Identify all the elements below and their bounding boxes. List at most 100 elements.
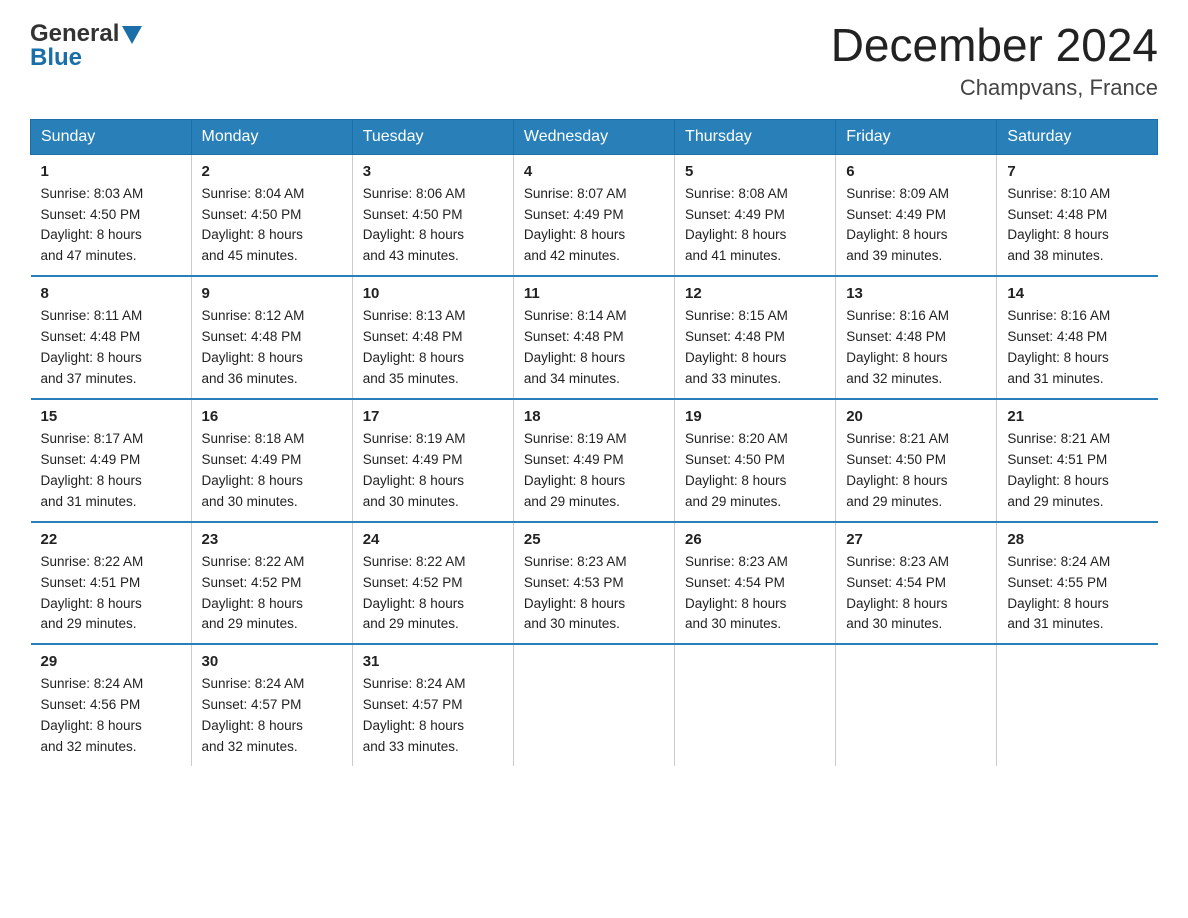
day-number: 15: [41, 408, 181, 425]
day-info: Sunrise: 8:19 AM Sunset: 4:49 PM Dayligh…: [363, 429, 503, 513]
day-number: 14: [1007, 285, 1147, 302]
day-info: Sunrise: 8:11 AM Sunset: 4:48 PM Dayligh…: [41, 306, 181, 390]
col-tuesday: Tuesday: [352, 119, 513, 154]
day-cell: 16Sunrise: 8:18 AM Sunset: 4:49 PM Dayli…: [191, 399, 352, 522]
day-cell: 20 Sunrise: 8:21 AM Sunset: 4:50 PM Dayli…: [836, 399, 997, 522]
day-number: 8: [41, 285, 181, 302]
day-info: Sunrise: 8:14 AM Sunset: 4:48 PM Dayligh…: [524, 306, 664, 390]
day-number: 11: [524, 285, 664, 302]
day-cell: 4Sunrise: 8:07 AM Sunset: 4:49 PM Daylig…: [513, 154, 674, 276]
day-number: 9: [202, 285, 342, 302]
day-number: 24: [363, 531, 503, 548]
day-number: 23: [202, 531, 342, 548]
day-info: Sunrise: 8:22 AM Sunset: 4:52 PM Dayligh…: [202, 552, 342, 636]
day-cell: 1 Sunrise: 8:03 AM Sunset: 4:50 PM Daylig…: [31, 154, 192, 276]
day-cell: 13Sunrise: 8:16 AM Sunset: 4:48 PM Dayli…: [836, 276, 997, 399]
day-cell: 28Sunrise: 8:24 AM Sunset: 4:55 PM Dayli…: [997, 522, 1158, 645]
col-thursday: Thursday: [675, 119, 836, 154]
day-cell: 30 Sunrise: 8:24 AM Sunset: 4:57 PM Dayli…: [191, 644, 352, 766]
day-cell: [997, 644, 1158, 766]
day-cell: 27 Sunrise: 8:23 AM Sunset: 4:54 PM Dayli…: [836, 522, 997, 645]
day-number: 1: [41, 163, 181, 180]
day-info: Sunrise: 8:12 AM Sunset: 4:48 PM Dayligh…: [202, 306, 342, 390]
day-number: 12: [685, 285, 825, 302]
day-number: 2: [202, 163, 342, 180]
calendar-title: December 2024: [831, 20, 1158, 71]
day-number: 26: [685, 531, 825, 548]
day-info: Sunrise: 8:20 AM Sunset: 4:50 PM Dayligh…: [685, 429, 825, 513]
day-cell: 3Sunrise: 8:06 AM Sunset: 4:50 PM Daylig…: [352, 154, 513, 276]
day-info: Sunrise: 8:06 AM Sunset: 4:50 PM Dayligh…: [363, 184, 503, 268]
day-info: Sunrise: 8:21 AM Sunset: 4:50 PM Dayligh…: [846, 429, 986, 513]
day-number: 21: [1007, 408, 1147, 425]
day-info: Sunrise: 8:24 AM Sunset: 4:56 PM Dayligh…: [41, 674, 181, 758]
day-cell: 7 Sunrise: 8:10 AM Sunset: 4:48 PM Daylig…: [997, 154, 1158, 276]
day-cell: 19 Sunrise: 8:20 AM Sunset: 4:50 PM Dayli…: [675, 399, 836, 522]
day-info: Sunrise: 8:04 AM Sunset: 4:50 PM Dayligh…: [202, 184, 342, 268]
day-cell: 24Sunrise: 8:22 AM Sunset: 4:52 PM Dayli…: [352, 522, 513, 645]
day-number: 16: [202, 408, 342, 425]
day-cell: 8 Sunrise: 8:11 AM Sunset: 4:48 PM Daylig…: [31, 276, 192, 399]
day-number: 18: [524, 408, 664, 425]
calendar-table: Sunday Monday Tuesday Wednesday Thursday…: [30, 119, 1158, 766]
day-cell: 25 Sunrise: 8:23 AM Sunset: 4:53 PM Dayli…: [513, 522, 674, 645]
day-info: Sunrise: 8:21 AM Sunset: 4:51 PM Dayligh…: [1007, 429, 1147, 513]
day-number: 30: [202, 653, 342, 670]
col-sunday: Sunday: [31, 119, 192, 154]
day-info: Sunrise: 8:22 AM Sunset: 4:51 PM Dayligh…: [41, 552, 181, 636]
day-info: Sunrise: 8:10 AM Sunset: 4:48 PM Dayligh…: [1007, 184, 1147, 268]
col-saturday: Saturday: [997, 119, 1158, 154]
week-row-2: 8 Sunrise: 8:11 AM Sunset: 4:48 PM Daylig…: [31, 276, 1158, 399]
logo-blue: Blue: [30, 44, 82, 72]
calendar-body: 1 Sunrise: 8:03 AM Sunset: 4:50 PM Daylig…: [31, 154, 1158, 766]
day-cell: 21 Sunrise: 8:21 AM Sunset: 4:51 PM Dayli…: [997, 399, 1158, 522]
week-row-3: 15 Sunrise: 8:17 AM Sunset: 4:49 PM Dayli…: [31, 399, 1158, 522]
day-info: Sunrise: 8:23 AM Sunset: 4:54 PM Dayligh…: [685, 552, 825, 636]
day-number: 19: [685, 408, 825, 425]
day-number: 20: [846, 408, 986, 425]
day-info: Sunrise: 8:15 AM Sunset: 4:48 PM Dayligh…: [685, 306, 825, 390]
day-info: Sunrise: 8:17 AM Sunset: 4:49 PM Dayligh…: [41, 429, 181, 513]
day-cell: 2 Sunrise: 8:04 AM Sunset: 4:50 PM Daylig…: [191, 154, 352, 276]
day-info: Sunrise: 8:23 AM Sunset: 4:53 PM Dayligh…: [524, 552, 664, 636]
day-number: 6: [846, 163, 986, 180]
title-block: December 2024 Champvans, France: [831, 20, 1158, 101]
day-cell: 31Sunrise: 8:24 AM Sunset: 4:57 PM Dayli…: [352, 644, 513, 766]
day-cell: 15 Sunrise: 8:17 AM Sunset: 4:49 PM Dayli…: [31, 399, 192, 522]
day-cell: 29 Sunrise: 8:24 AM Sunset: 4:56 PM Dayli…: [31, 644, 192, 766]
day-info: Sunrise: 8:08 AM Sunset: 4:49 PM Dayligh…: [685, 184, 825, 268]
day-number: 28: [1007, 531, 1147, 548]
day-number: 25: [524, 531, 664, 548]
day-cell: [836, 644, 997, 766]
day-cell: 12 Sunrise: 8:15 AM Sunset: 4:48 PM Dayli…: [675, 276, 836, 399]
day-info: Sunrise: 8:19 AM Sunset: 4:49 PM Dayligh…: [524, 429, 664, 513]
day-cell: 10 Sunrise: 8:13 AM Sunset: 4:48 PM Dayli…: [352, 276, 513, 399]
day-cell: 26 Sunrise: 8:23 AM Sunset: 4:54 PM Dayli…: [675, 522, 836, 645]
day-info: Sunrise: 8:03 AM Sunset: 4:50 PM Dayligh…: [41, 184, 181, 268]
day-cell: 11 Sunrise: 8:14 AM Sunset: 4:48 PM Dayli…: [513, 276, 674, 399]
week-row-1: 1 Sunrise: 8:03 AM Sunset: 4:50 PM Daylig…: [31, 154, 1158, 276]
day-number: 29: [41, 653, 181, 670]
day-number: 17: [363, 408, 503, 425]
day-info: Sunrise: 8:13 AM Sunset: 4:48 PM Dayligh…: [363, 306, 503, 390]
calendar-header: Sunday Monday Tuesday Wednesday Thursday…: [31, 119, 1158, 154]
day-number: 27: [846, 531, 986, 548]
day-number: 7: [1007, 163, 1147, 180]
col-wednesday: Wednesday: [513, 119, 674, 154]
day-cell: 18 Sunrise: 8:19 AM Sunset: 4:49 PM Dayli…: [513, 399, 674, 522]
col-friday: Friday: [836, 119, 997, 154]
day-number: 10: [363, 285, 503, 302]
page-header: General Blue December 2024 Champvans, Fr…: [30, 20, 1158, 101]
week-row-4: 22Sunrise: 8:22 AM Sunset: 4:51 PM Dayli…: [31, 522, 1158, 645]
day-info: Sunrise: 8:07 AM Sunset: 4:49 PM Dayligh…: [524, 184, 664, 268]
day-cell: 6Sunrise: 8:09 AM Sunset: 4:49 PM Daylig…: [836, 154, 997, 276]
day-info: Sunrise: 8:23 AM Sunset: 4:54 PM Dayligh…: [846, 552, 986, 636]
day-number: 5: [685, 163, 825, 180]
calendar-subtitle: Champvans, France: [831, 75, 1158, 101]
day-info: Sunrise: 8:24 AM Sunset: 4:57 PM Dayligh…: [202, 674, 342, 758]
col-monday: Monday: [191, 119, 352, 154]
day-cell: 17 Sunrise: 8:19 AM Sunset: 4:49 PM Dayli…: [352, 399, 513, 522]
day-cell: 23 Sunrise: 8:22 AM Sunset: 4:52 PM Dayli…: [191, 522, 352, 645]
day-info: Sunrise: 8:16 AM Sunset: 4:48 PM Dayligh…: [1007, 306, 1147, 390]
day-info: Sunrise: 8:16 AM Sunset: 4:48 PM Dayligh…: [846, 306, 986, 390]
